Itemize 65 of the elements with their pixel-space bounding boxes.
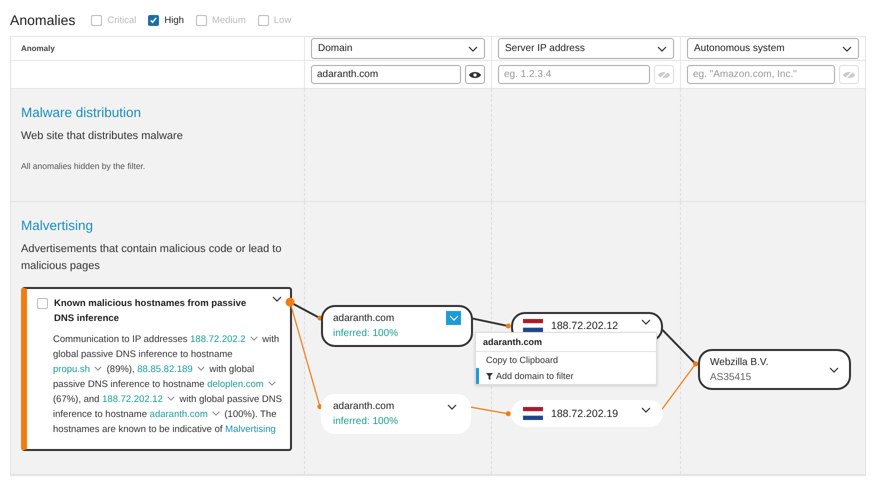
section-title: Malware distribution bbox=[21, 105, 142, 120]
section-note: All anomalies hidden by the filter. bbox=[21, 161, 146, 171]
node-label: Webzilla B.V. bbox=[710, 356, 768, 368]
filter-icon bbox=[486, 372, 493, 380]
chevron-icon bbox=[212, 411, 220, 416]
eye-icon bbox=[469, 70, 481, 78]
chevron-icon bbox=[842, 46, 852, 52]
ip-node[interactable]: 188.72.202.19 bbox=[511, 400, 663, 427]
port-dot bbox=[506, 324, 511, 329]
checkbox[interactable] bbox=[37, 298, 48, 309]
column-select[interactable]: Domain bbox=[311, 38, 485, 59]
column-header: Anomaly bbox=[20, 44, 55, 53]
flag-icon bbox=[523, 407, 543, 420]
node-label: 188.72.202.19 bbox=[551, 408, 618, 420]
chevron-icon bbox=[448, 315, 458, 321]
chevron-icon bbox=[446, 404, 456, 410]
connector-line bbox=[468, 406, 508, 414]
chevron-icon bbox=[829, 366, 839, 372]
checkbox-label: Low bbox=[274, 14, 292, 26]
chevron-icon bbox=[657, 46, 667, 52]
section-description: Web site that distributes malware bbox=[21, 129, 184, 144]
filter-field[interactable]: adaranth.com bbox=[311, 65, 461, 84]
node-label: adaranth.com bbox=[333, 401, 396, 412]
link[interactable]: Malvertising bbox=[225, 424, 276, 435]
column-select[interactable]: Server IP address bbox=[498, 38, 674, 59]
checkbox-label: Medium bbox=[212, 14, 246, 26]
finding-description: Communication to IP addresses 188.72.202.2 with global passive DNS inference to hostname propu.sh (89%), 88.85.82.189 with global passive DNS inference to hostname deloplen.com (67%), and 188.72.202.12 with global passive DNS inference to hostname adaranth.com (100%). The hostnames are known to be indicative of Malvertising bbox=[53, 333, 282, 437]
chevron-icon bbox=[268, 381, 276, 386]
filter-field[interactable]: eg. "Amazon.com, Inc." bbox=[687, 65, 835, 84]
port-dot bbox=[506, 411, 511, 416]
chevron-icon bbox=[196, 366, 205, 371]
visibility-button[interactable] bbox=[465, 65, 485, 84]
node-sublabel: inferred: 100% bbox=[333, 416, 398, 427]
checkbox-label: High bbox=[164, 14, 184, 26]
checkbox[interactable] bbox=[91, 14, 102, 26]
domain-node[interactable]: adaranth.com inferred: 100% bbox=[321, 305, 473, 347]
section-title: Malvertising bbox=[21, 218, 94, 233]
menu-item[interactable]: Add domain to filter bbox=[476, 368, 656, 384]
port-dot bbox=[286, 298, 294, 307]
node-label: 188.72.202.12 bbox=[551, 320, 618, 332]
checkbox-label: Critical bbox=[107, 14, 136, 26]
chevron-icon bbox=[250, 336, 258, 341]
domain-node[interactable]: adaranth.com inferred: 100% bbox=[321, 394, 471, 434]
connector-line bbox=[470, 317, 508, 328]
checkbox[interactable] bbox=[258, 14, 269, 26]
system-node[interactable]: Webzilla B.V. AS35415 bbox=[698, 349, 851, 390]
chevron-icon bbox=[468, 46, 478, 52]
eye-slash-icon bbox=[658, 70, 670, 78]
eye-slash-icon bbox=[843, 70, 855, 78]
menu-item[interactable]: Copy to Clipboard bbox=[476, 352, 656, 368]
finding-title: Known malicious hostnames from passive DNS inference bbox=[54, 297, 248, 326]
chevron-icon bbox=[272, 296, 282, 302]
node-sublabel: AS35415 bbox=[710, 372, 752, 382]
page-title: Anomalies bbox=[10, 12, 76, 28]
column-select[interactable]: Autonomous system bbox=[687, 38, 859, 59]
node-label: adaranth.com bbox=[333, 313, 396, 324]
checkbox[interactable] bbox=[148, 14, 160, 26]
checkbox[interactable] bbox=[196, 14, 207, 26]
filter-field[interactable]: eg. 1.2.3.4 bbox=[498, 65, 650, 84]
chevron-icon bbox=[166, 396, 175, 401]
chevron-icon bbox=[641, 319, 651, 325]
node-sublabel: inferred: 100% bbox=[333, 328, 398, 339]
chevron-icon bbox=[641, 407, 651, 413]
section-description: Advertisements that contain malicious code or lead to malicious pages bbox=[21, 242, 282, 274]
chevron-icon bbox=[94, 366, 102, 371]
